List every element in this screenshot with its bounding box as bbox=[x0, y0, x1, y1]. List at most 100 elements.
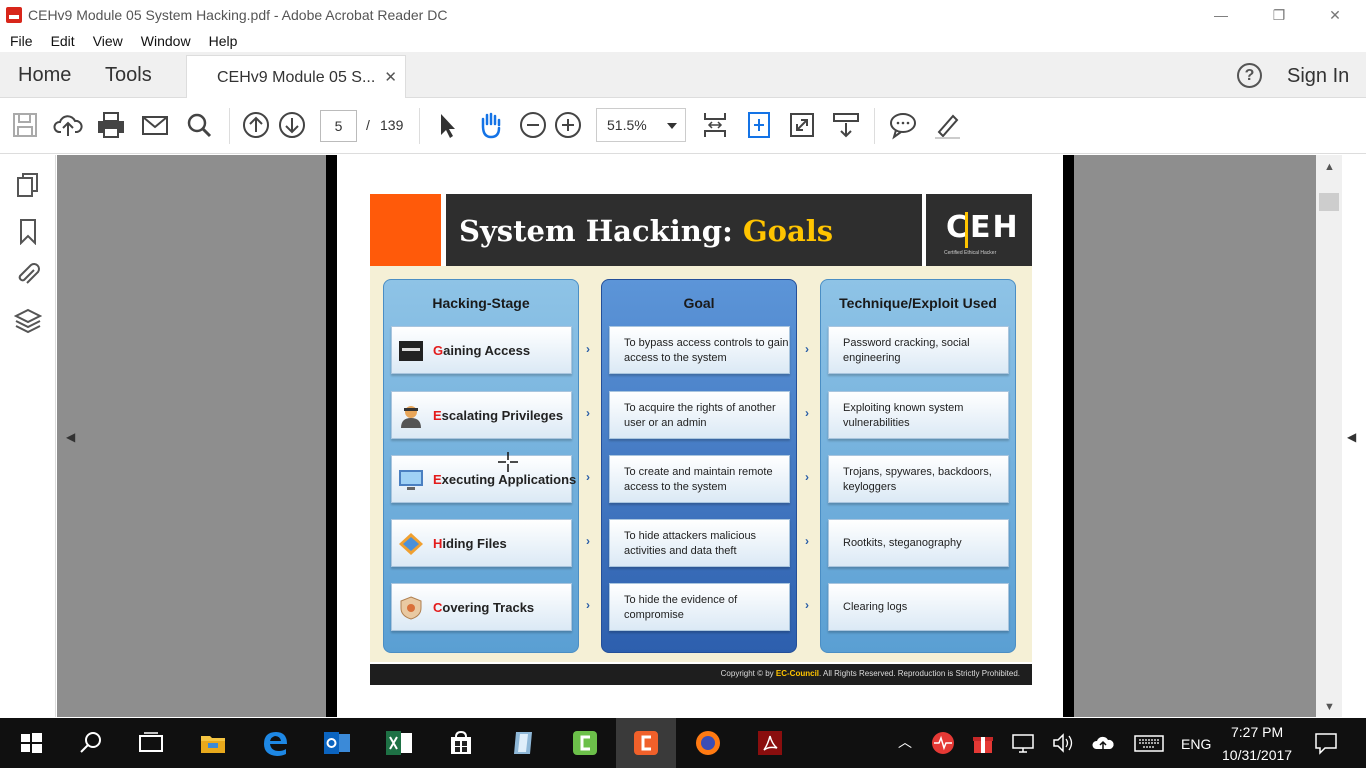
scroll-mode-icon[interactable] bbox=[831, 110, 861, 140]
clock-time[interactable]: 7:27 PM bbox=[1231, 724, 1283, 740]
email-icon[interactable] bbox=[140, 110, 170, 140]
goal-card: To create and maintain remote access to … bbox=[609, 455, 790, 503]
technique-card: Rootkits, steganography bbox=[828, 519, 1009, 567]
comment-icon[interactable] bbox=[888, 110, 918, 140]
tab-document-label: CEHv9 Module 05 S... bbox=[217, 69, 376, 86]
full-screen-icon[interactable] bbox=[787, 110, 817, 140]
clock-date[interactable]: 10/31/2017 bbox=[1222, 747, 1292, 763]
camtasia-recorder-icon[interactable] bbox=[631, 728, 661, 758]
gift-icon[interactable] bbox=[970, 730, 996, 756]
previous-page-icon[interactable] bbox=[241, 110, 271, 140]
slide-title-bar: System Hacking: Goals bbox=[446, 194, 922, 266]
technique-text: Exploiting known system vulnerabilities bbox=[843, 402, 964, 429]
tab-document[interactable]: CEHv9 Module 05 S... ✕ bbox=[186, 55, 406, 99]
close-button[interactable]: ✕ bbox=[1306, 0, 1364, 30]
firefox-icon[interactable] bbox=[693, 728, 723, 758]
save-icon[interactable] bbox=[10, 110, 40, 140]
print-icon[interactable] bbox=[96, 110, 126, 140]
technique-text: Trojans, spywares, backdoors, keyloggers bbox=[843, 466, 992, 493]
hand-tool-icon[interactable] bbox=[475, 110, 505, 140]
technique-card: Clearing logs bbox=[828, 583, 1009, 631]
zoom-out-icon[interactable] bbox=[518, 110, 548, 140]
task-view-icon[interactable] bbox=[136, 728, 166, 758]
keyboard-icon[interactable] bbox=[1133, 730, 1165, 756]
chevron-right-icon: › bbox=[586, 342, 590, 356]
search-icon[interactable] bbox=[76, 728, 106, 758]
stage-card: Covering Tracks bbox=[391, 583, 572, 631]
goal-card: To hide the evidence of compromise bbox=[609, 583, 790, 631]
tab-tools[interactable]: Tools bbox=[105, 64, 152, 87]
file-explorer-icon[interactable] bbox=[198, 728, 228, 758]
scroll-down-icon[interactable]: ▼ bbox=[1324, 701, 1335, 713]
stage-label: Hiding Files bbox=[433, 536, 507, 551]
expand-right-pane-icon[interactable]: ◀ bbox=[1347, 430, 1356, 444]
layers-icon[interactable] bbox=[13, 307, 43, 335]
attachment-icon[interactable] bbox=[14, 261, 42, 289]
fit-page-icon[interactable] bbox=[700, 110, 730, 140]
shield-icon bbox=[400, 596, 422, 620]
zoom-dropdown[interactable]: 51.5% bbox=[596, 108, 686, 142]
slide-title: System Hacking: Goals bbox=[459, 214, 833, 248]
total-pages: 139 bbox=[380, 117, 404, 133]
help-icon[interactable]: ? bbox=[1237, 63, 1262, 88]
restore-button[interactable]: ❐ bbox=[1250, 0, 1308, 30]
navigation-pane bbox=[0, 155, 56, 717]
menu-view[interactable]: View bbox=[93, 33, 123, 49]
technique-card: Password cracking, social engineering bbox=[828, 326, 1009, 374]
chevron-right-icon: › bbox=[586, 406, 590, 420]
zoom-in-icon[interactable] bbox=[553, 110, 583, 140]
windows-start-icon[interactable] bbox=[16, 728, 46, 758]
language-indicator[interactable]: ENG bbox=[1181, 736, 1211, 752]
cloud-upload-icon[interactable] bbox=[53, 110, 83, 140]
collapse-left-pane-icon[interactable]: ◀ bbox=[66, 430, 75, 444]
show-hidden-icons[interactable]: ︿ bbox=[898, 732, 912, 752]
chevron-right-icon: › bbox=[805, 470, 809, 484]
app-pen-icon[interactable] bbox=[508, 728, 538, 758]
taskbar: ︿ ENG 7:27 PM 10/31/2017 bbox=[0, 718, 1366, 768]
chevron-down-icon bbox=[667, 123, 677, 129]
goal-text: To hide attackers malicious activities a… bbox=[624, 530, 757, 557]
acrobat-reader-icon[interactable] bbox=[755, 728, 785, 758]
stage-card: Executing Applications bbox=[391, 455, 576, 503]
page-number-input[interactable]: 5 bbox=[320, 110, 357, 142]
title-bar: CEHv9 Module 05 System Hacking.pdf - Ado… bbox=[0, 0, 1366, 30]
ceh-logo-bar bbox=[965, 212, 968, 248]
minimize-button[interactable]: — bbox=[1192, 0, 1250, 30]
toolbar-separator bbox=[874, 108, 875, 144]
store-icon[interactable] bbox=[446, 728, 476, 758]
bookmark-icon[interactable] bbox=[14, 217, 42, 246]
edge-browser-icon[interactable] bbox=[260, 728, 290, 758]
next-page-icon[interactable] bbox=[277, 110, 307, 140]
menu-window[interactable]: Window bbox=[141, 33, 191, 49]
menu-bar: File Edit View Window Help bbox=[0, 30, 1366, 52]
highlight-pen-icon[interactable] bbox=[932, 110, 962, 140]
toolbar-separator bbox=[419, 108, 420, 144]
onedrive-icon[interactable] bbox=[1090, 730, 1116, 756]
outlook-icon[interactable] bbox=[322, 728, 352, 758]
volume-icon[interactable] bbox=[1050, 730, 1076, 756]
terminal-icon bbox=[399, 341, 423, 361]
menu-file[interactable]: File bbox=[10, 33, 33, 49]
scrollbar-thumb[interactable] bbox=[1319, 193, 1339, 211]
menu-edit[interactable]: Edit bbox=[51, 33, 75, 49]
pdf-app-icon bbox=[6, 7, 22, 23]
menu-help[interactable]: Help bbox=[209, 33, 238, 49]
select-cursor-icon[interactable] bbox=[432, 110, 462, 140]
ceh-logo: CEH Certified Ethical Hacker bbox=[926, 194, 1032, 266]
page-thumbnails-icon[interactable] bbox=[14, 171, 42, 199]
goal-text: To bypass access controls to gain access… bbox=[624, 337, 789, 364]
search-icon[interactable] bbox=[184, 110, 214, 140]
sign-in-link[interactable]: Sign In bbox=[1287, 65, 1349, 88]
tab-home[interactable]: Home bbox=[18, 64, 71, 87]
excel-icon[interactable] bbox=[384, 728, 414, 758]
network-icon[interactable] bbox=[1010, 730, 1036, 756]
antivirus-icon[interactable] bbox=[930, 730, 956, 756]
scroll-up-icon[interactable]: ▲ bbox=[1324, 161, 1335, 173]
tab-close-icon[interactable]: ✕ bbox=[384, 68, 397, 86]
fit-width-icon[interactable] bbox=[744, 110, 774, 140]
goal-text: To create and maintain remote access to … bbox=[624, 466, 773, 493]
header-goal: Goal bbox=[683, 295, 715, 311]
vertical-scrollbar[interactable]: ▲ ▼ bbox=[1316, 155, 1342, 717]
action-center-icon[interactable] bbox=[1313, 730, 1339, 756]
camtasia-icon[interactable] bbox=[570, 728, 600, 758]
